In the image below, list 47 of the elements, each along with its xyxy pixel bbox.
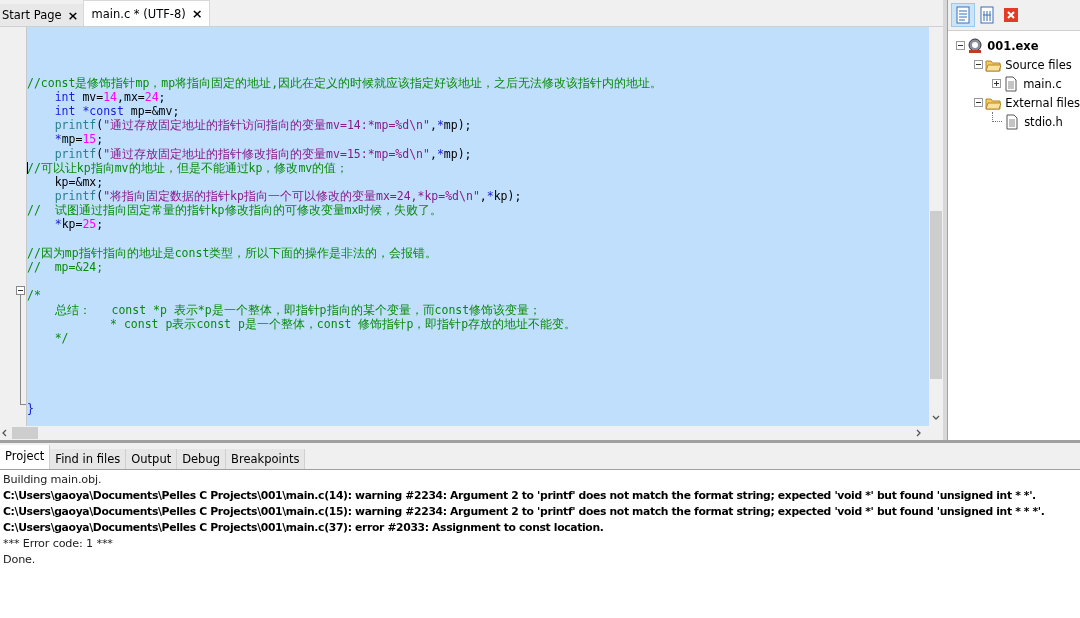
tree-item[interactable]: 001.exe xyxy=(985,38,1039,53)
output-line: Building main.obj. xyxy=(3,472,103,488)
code-line: int *const mp=&mv; xyxy=(53,103,180,119)
file-icon xyxy=(1004,113,1021,130)
code-line: // mp=&24; xyxy=(27,260,104,275)
code-line: printf("通过存放固定地址的指针访问指向的变量mv=14:*mp=%d\n",*mp); xyxy=(53,118,472,133)
code-line: // 试图通过指向固定常量的指针kp修改指向的可修改变量mx时候，失败了。 xyxy=(27,203,443,218)
output-line: C:\Users\gaoya\Documents\Pelles C Projects\001\main.c(14): warning #2234: Argument 2 to 'printf' does not match the format string; expected 'void *' but found 'unsigned int * *'. xyxy=(3,488,1037,504)
panel-tab[interactable]: Output xyxy=(126,449,178,469)
code-line: } xyxy=(27,401,34,417)
editor-tab[interactable]: main.c * (UTF-8) × xyxy=(82,0,210,26)
code-line: 总结： const *p 表示*p是一个整体，即指针p指向的某个变量，而const修饰该变量； xyxy=(53,302,542,317)
code-line: //const是修饰指针mp，mp将指向固定的地址,因此在定义的时候就应该指定好该地址，之后无法修改该指针内的地址。 xyxy=(27,75,663,90)
code-line: //因为mp指针指向的地址是const类型，所以下面的操作是非法的，会报错。 xyxy=(27,245,438,260)
code-line: *mp=15; xyxy=(53,132,104,147)
file-icon xyxy=(1003,75,1020,92)
tree-item[interactable]: External files xyxy=(1003,95,1080,110)
code-line: int mv=14,mx=24; xyxy=(53,89,166,104)
close-tab-button[interactable]: × xyxy=(67,7,79,23)
code-line: printf("通过存放固定地址的指针修改指向的变量mv=15:*mp=%d\n",*mp); xyxy=(53,146,472,161)
editor-tab[interactable]: Start Page × xyxy=(0,4,83,26)
tree-item[interactable]: main.c xyxy=(1021,76,1062,91)
tree-item[interactable]: Source files xyxy=(1003,57,1072,72)
collapse-icon[interactable] xyxy=(974,98,984,107)
panel-tab[interactable]: Find in files xyxy=(50,449,127,469)
code-line: /* xyxy=(27,288,41,303)
code-line: printf("将指向固定数据的指针kp指向一个可以修改的变量mx=24,*kp=%d\n",*kp); xyxy=(53,189,522,204)
code-line: * const p表示const p是一个整体，const 修饰指针p，即指针p存放的地址不能变。 xyxy=(109,316,577,331)
output-line: Done. xyxy=(3,552,37,568)
output-line: *** Error code: 1 *** xyxy=(3,536,114,552)
collapse-icon[interactable] xyxy=(16,285,25,295)
output-line: C:\Users\gaoya\Documents\Pelles C Projects\001\main.c(37): error #2033: Assignment to const location. xyxy=(3,520,605,536)
code-line: */ xyxy=(53,330,69,346)
tree-item[interactable]: stdio.h xyxy=(1022,114,1063,129)
code-line: *kp=25; xyxy=(53,217,104,232)
panel-tab[interactable]: Project xyxy=(0,445,51,469)
collapse-icon[interactable] xyxy=(974,60,984,69)
output-line: C:\Users\gaoya\Documents\Pelles C Projects\001\main.c(15): warning #2234: Argument 2 to 'printf' does not match the format string; expected 'void *' but found 'unsigned int * * *'. xyxy=(3,504,1046,520)
code-line: kp=&mx; xyxy=(53,174,104,190)
expand-icon[interactable] xyxy=(992,79,1002,88)
collapse-icon[interactable] xyxy=(956,41,966,50)
scrollbar-thumb[interactable] xyxy=(930,211,943,379)
project-icon xyxy=(967,37,984,54)
close-tab-button[interactable]: × xyxy=(191,6,203,21)
scrollbar-thumb[interactable] xyxy=(12,427,38,439)
panel-tab[interactable]: Debug xyxy=(177,449,226,469)
panel-tab[interactable]: Breakpoints xyxy=(226,449,306,469)
